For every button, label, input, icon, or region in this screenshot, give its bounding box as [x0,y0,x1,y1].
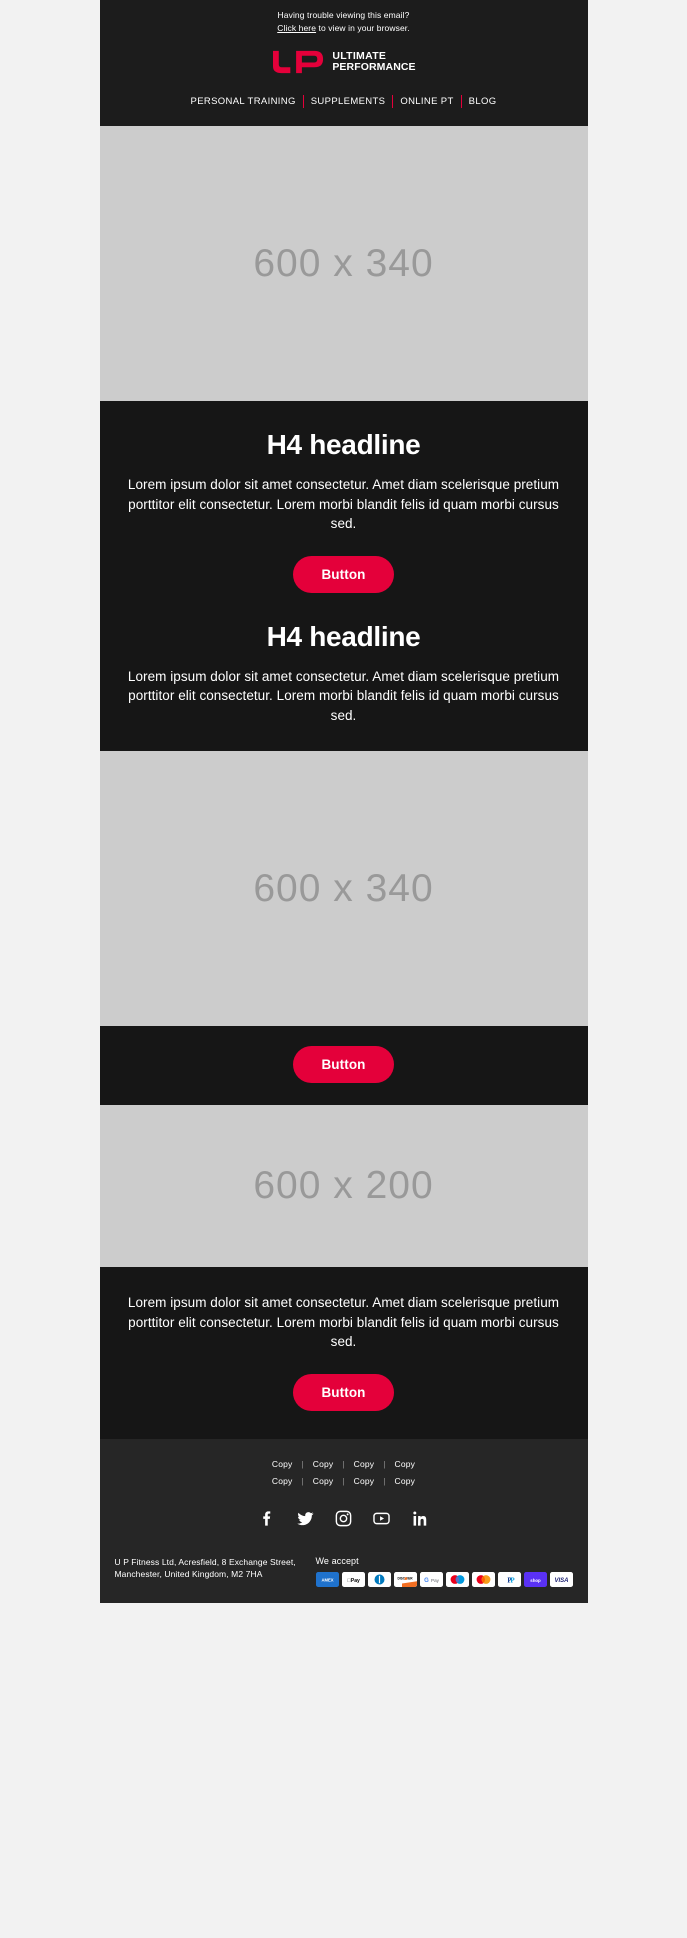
instagram-icon[interactable] [334,1509,353,1528]
social-links [100,1493,588,1546]
nav-item-blog[interactable]: BLOG [462,96,504,107]
svg-text:Pay: Pay [431,1577,440,1582]
logo-line-2: PERFORMANCE [332,61,416,73]
footer-links-row-1: Copy | Copy | Copy | Copy [100,1459,588,1469]
footer-link[interactable]: Copy [345,1459,384,1469]
footer-link[interactable]: Copy [304,1476,343,1486]
svg-text:shop: shop [530,1577,541,1582]
nav-item-personal-training[interactable]: PERSONAL TRAINING [184,96,303,107]
svg-text:P: P [510,1576,515,1584]
email-header: Having trouble viewing this email? Click… [99,0,588,126]
email-footer: Copy | Copy | Copy | Copy Copy | Copy | … [99,1438,588,1603]
youtube-icon[interactable] [372,1509,391,1528]
svg-text:VISA: VISA [554,1578,568,1584]
section-one-body: Lorem ipsum dolor sit amet consectetur. … [127,477,560,531]
payment-methods: We accept AMEX Pay DISC VER G P [315,1555,573,1587]
brand-logo[interactable]: ULTIMATE PERFORMANCE [100,35,588,95]
mastercard-icon [471,1571,495,1587]
preheader-suffix: to view in your browser. [316,23,410,33]
up-logo-icon [273,50,324,74]
svg-text:AMEX: AMEX [321,1577,333,1582]
footer-links-row-2: Copy | Copy | Copy | Copy [100,1476,588,1486]
discover-icon: DISC VER [393,1571,417,1587]
section-two-body: Lorem ipsum dolor sit amet consectetur. … [127,668,560,723]
amex-icon: AMEX [315,1571,339,1587]
svg-text:Pay: Pay [347,1577,360,1583]
preheader-line-1: Having trouble viewing this email? [277,10,410,20]
footer-link[interactable]: Copy [263,1476,302,1486]
lower-image-placeholder: 600 x 200 [99,1105,588,1267]
content-section-three: Lorem ipsum dolor sit amet consectetur. … [99,1267,588,1439]
diners-club-icon [367,1571,391,1587]
section-one-button-row: Button [122,534,566,619]
linkedin-icon[interactable] [410,1509,429,1528]
mid-button-band: Button [99,1026,588,1105]
nav-item-online-pt[interactable]: ONLINE PT [393,96,460,107]
section-three-cta-button[interactable]: Button [293,1373,394,1411]
mid-cta-button[interactable]: Button [293,1046,394,1083]
mid-image-placeholder: 600 x 340 [99,751,588,1026]
preheader-text: Having trouble viewing this email? Click… [100,9,588,35]
section-three-body: Lorem ipsum dolor sit amet consectetur. … [127,1295,560,1349]
apple-pay-icon: Pay [341,1571,365,1587]
facebook-icon[interactable] [258,1509,277,1528]
shop-pay-icon: shop [523,1571,547,1587]
main-navigation: PERSONAL TRAINING SUPPLEMENTS ONLINE PT … [100,95,588,126]
footer-bottom: U P Fitness Ltd, Acresfield, 8 Exchange … [100,1546,588,1603]
section-one-cta-button[interactable]: Button [293,555,394,593]
footer-link[interactable]: Copy [345,1476,384,1486]
footer-link[interactable]: Copy [385,1476,424,1486]
section-three-button-row: Button [122,1352,566,1433]
hero-image-placeholder: 600 x 340 [99,126,588,401]
footer-link[interactable]: Copy [263,1459,302,1469]
paypal-icon: PP [497,1571,521,1587]
we-accept-label: We accept [315,1555,359,1566]
email-container: Having trouble viewing this email? Click… [99,0,588,1603]
preheader-line-2: Click here to view in your browser. [100,22,588,35]
footer-link[interactable]: Copy [304,1459,343,1469]
svg-text:G: G [424,1578,429,1584]
visa-icon: VISA [549,1571,573,1587]
view-in-browser-link[interactable]: Click here [277,23,316,33]
payment-icons-row: AMEX Pay DISC VER GPay [315,1571,573,1587]
google-pay-icon: G Pay [419,1571,443,1587]
twitter-icon[interactable] [296,1509,315,1528]
footer-link[interactable]: Copy [385,1459,424,1469]
maestro-icon [445,1571,469,1587]
section-two-headline: H4 headline [266,620,421,652]
nav-item-supplements[interactable]: SUPPLEMENTS [304,96,393,107]
logo-wordmark: ULTIMATE PERFORMANCE [332,51,415,73]
content-section-dark: H4 headline Lorem ipsum dolor sit amet c… [99,401,588,751]
section-one-headline: H4 headline [266,429,421,460]
company-address: U P Fitness Ltd, Acresfield, 8 Exchange … [114,1556,296,1580]
